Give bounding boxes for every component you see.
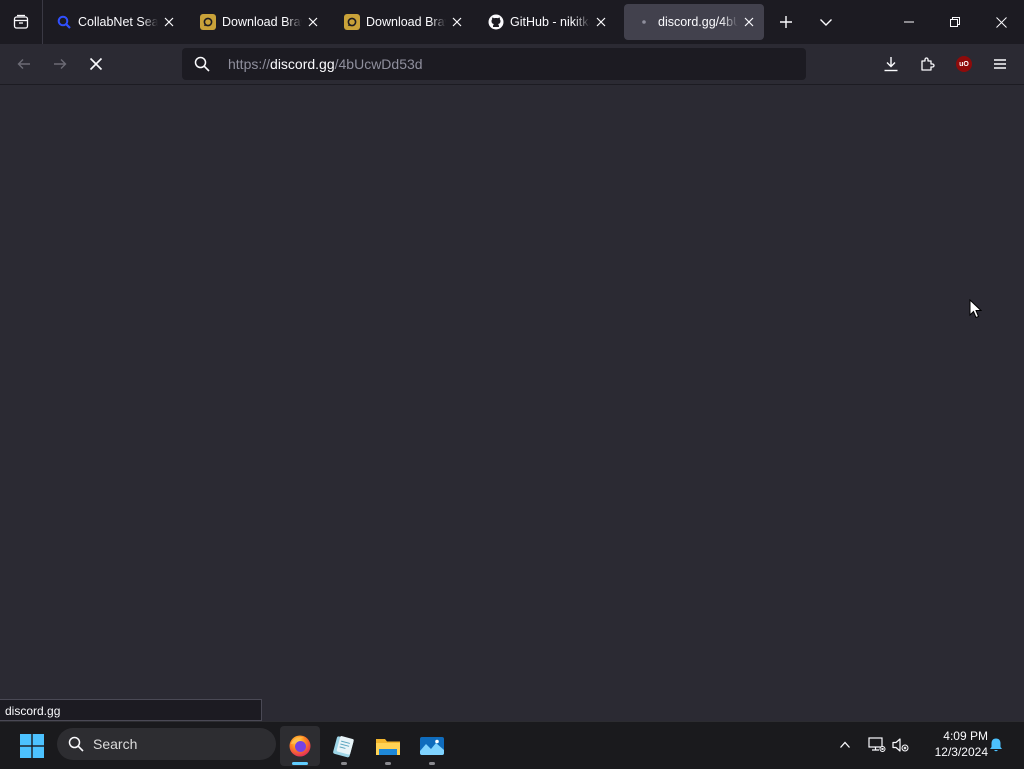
- running-indicator: [429, 762, 435, 765]
- download-site-icon: [200, 14, 216, 30]
- hamburger-menu-icon: [994, 59, 1006, 69]
- tab-github[interactable]: GitHub - nikitka: [476, 4, 616, 40]
- arrow-right-icon: [54, 59, 67, 69]
- tab-download-1[interactable]: Download Brawl Stars: [188, 4, 328, 40]
- window-close-button[interactable]: [978, 0, 1024, 44]
- firefox-view-icon: [13, 14, 29, 29]
- navigation-toolbar: https://discord.gg/4bUcwDd53d uO: [0, 44, 1024, 85]
- puzzle-icon: [921, 57, 935, 71]
- bell-icon: [990, 738, 1002, 752]
- ublock-origin-button[interactable]: uO: [948, 48, 980, 80]
- ublock-shield-icon: uO: [956, 56, 972, 72]
- application-menu-button[interactable]: [984, 48, 1016, 80]
- search-label: Search: [93, 736, 138, 752]
- tab-download-2[interactable]: Download Brawl Stars: [332, 4, 472, 40]
- taskbar-app-firefox[interactable]: [280, 726, 320, 766]
- downloads-button[interactable]: [875, 48, 907, 80]
- tab-title: Download Brawl Stars: [366, 15, 446, 29]
- network-status-button[interactable]: [866, 734, 888, 756]
- show-hidden-icons-button[interactable]: [834, 734, 856, 756]
- address-bar[interactable]: https://discord.gg/4bUcwDd53d: [182, 48, 806, 80]
- search-icon: [194, 56, 216, 72]
- loading-dot-icon: [636, 14, 652, 30]
- file-explorer-icon: [376, 739, 400, 755]
- url-path: /4bUcwDd53d: [334, 56, 423, 72]
- page-content-blank: [0, 85, 1024, 721]
- chevron-up-icon: [840, 741, 850, 748]
- close-icon[interactable]: [160, 13, 178, 31]
- chevron-down-icon: [820, 19, 832, 26]
- taskbar-app-notepad[interactable]: [324, 726, 364, 766]
- tab-title: CollabNet SearXNG: [78, 15, 158, 29]
- list-all-tabs-button[interactable]: [808, 4, 844, 40]
- url-scheme: https://: [228, 56, 271, 72]
- search-icon: [68, 736, 84, 752]
- clock-date: 12/3/2024: [934, 745, 988, 759]
- back-button[interactable]: [8, 48, 40, 80]
- plus-icon: [780, 16, 792, 28]
- tab-searxng[interactable]: CollabNet SearXNG: [44, 4, 184, 40]
- taskbar-search-box[interactable]: Search: [57, 728, 276, 760]
- tab-title: Download Brawl Stars: [222, 15, 302, 29]
- mouse-cursor-icon: [969, 299, 982, 319]
- minimize-button[interactable]: [886, 0, 932, 44]
- download-icon: [884, 57, 898, 72]
- tab-title: GitHub - nikitka: [510, 15, 590, 29]
- photos-icon: [420, 737, 444, 755]
- running-indicator: [292, 762, 308, 765]
- notepad-icon: [333, 736, 354, 758]
- stop-loading-button[interactable]: [80, 48, 112, 80]
- firefox-icon: [289, 735, 311, 757]
- taskbar-app-photos[interactable]: [412, 726, 452, 766]
- forward-button[interactable]: [44, 48, 76, 80]
- url-text[interactable]: https://discord.gg/4bUcwDd53d: [228, 56, 423, 72]
- clock-time: 4:09 PM: [943, 729, 988, 743]
- searxng-icon: [56, 14, 72, 30]
- taskbar-app-file-explorer[interactable]: [368, 726, 408, 766]
- windows-taskbar: Search 4:09 PM 12/3/2024: [0, 721, 1024, 769]
- firefox-view-button[interactable]: [0, 0, 43, 44]
- volume-button[interactable]: [890, 734, 912, 756]
- network-icon: [868, 737, 886, 752]
- close-icon[interactable]: [740, 13, 758, 31]
- github-icon: [488, 14, 504, 30]
- start-button[interactable]: [14, 728, 50, 764]
- system-clock[interactable]: 4:09 PM 12/3/2024: [916, 728, 988, 760]
- tab-title: discord.gg/4bUcwDd53d: [658, 15, 738, 29]
- restore-button[interactable]: [932, 0, 978, 44]
- close-icon: [995, 16, 1007, 28]
- minimize-icon: [904, 21, 914, 23]
- running-indicator: [385, 762, 391, 765]
- running-indicator: [341, 762, 347, 765]
- close-icon[interactable]: [304, 13, 322, 31]
- restore-icon: [950, 17, 960, 27]
- new-tab-button[interactable]: [768, 4, 804, 40]
- tab-discord[interactable]: discord.gg/4bUcwDd53d: [624, 4, 764, 40]
- close-icon[interactable]: [448, 13, 466, 31]
- extensions-button[interactable]: [912, 48, 944, 80]
- arrow-left-icon: [17, 59, 30, 69]
- download-site-icon: [344, 14, 360, 30]
- url-host: discord.gg: [270, 56, 335, 72]
- windows-logo-icon: [20, 734, 44, 758]
- close-icon[interactable]: [592, 13, 610, 31]
- link-status-panel: discord.gg: [0, 699, 262, 721]
- tab-strip: CollabNet SearXNG Download Brawl Stars D…: [0, 0, 1024, 44]
- stop-x-icon: [89, 57, 103, 71]
- speaker-muted-icon: [892, 738, 909, 752]
- notifications-button[interactable]: [985, 734, 1007, 756]
